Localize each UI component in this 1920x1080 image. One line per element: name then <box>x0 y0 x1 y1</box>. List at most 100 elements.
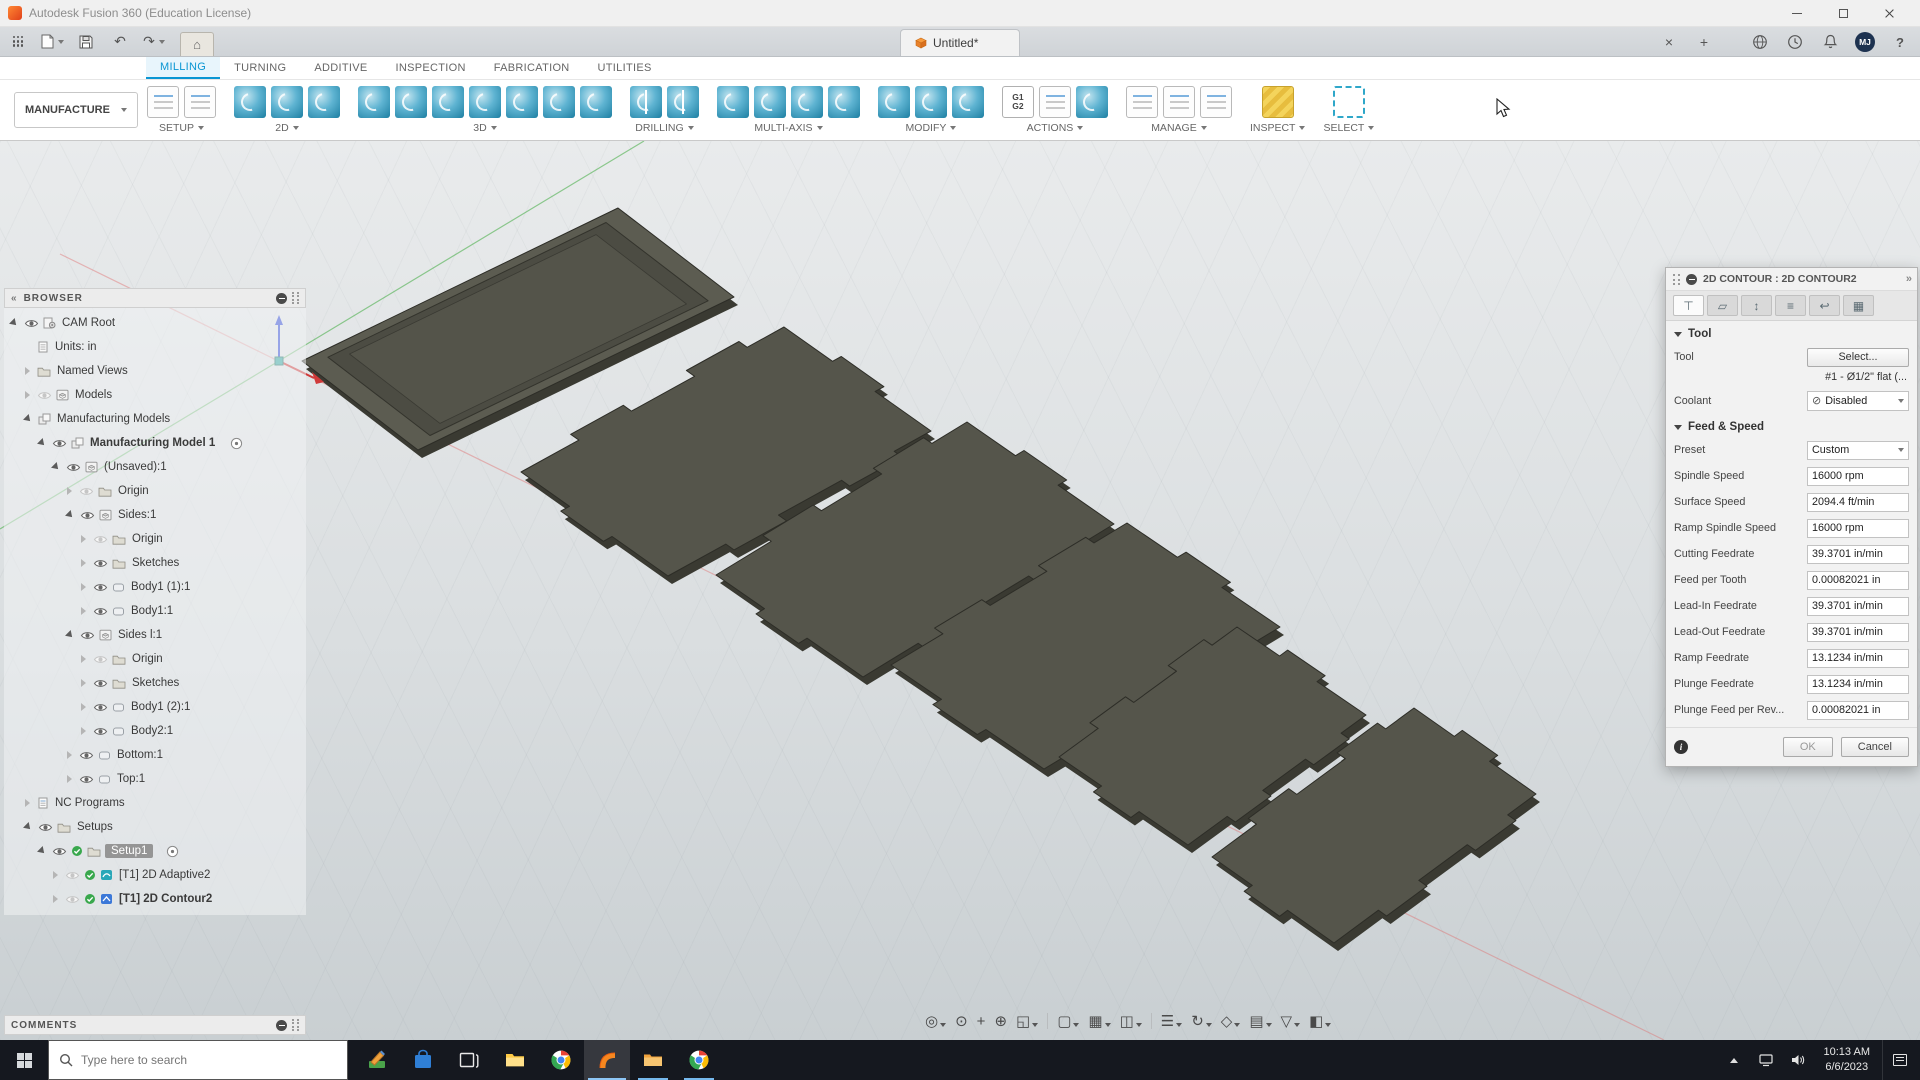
ribbon-tab-milling[interactable]: MILLING <box>146 57 220 79</box>
2d-pocket-icon[interactable] <box>308 86 340 118</box>
browser-row-body1-2-1[interactable]: Body1 (2):1 <box>4 695 306 719</box>
expand-arrow-icon[interactable] <box>81 583 86 591</box>
visibility-eye-icon[interactable] <box>65 894 80 905</box>
expand-arrow-icon[interactable] <box>25 799 30 807</box>
app-grid-icon[interactable] <box>6 31 30 53</box>
browser-row-t1-2d-contour2[interactable]: [T1] 2D Contour2 <box>4 887 306 911</box>
dialog-header[interactable]: 2D CONTOUR : 2D CONTOUR2 » <box>1666 268 1917 291</box>
dialog-input-spindle-speed[interactable] <box>1807 467 1909 486</box>
browser-row-unsaved-1[interactable]: (Unsaved):1 <box>4 455 306 479</box>
expand-arrow-icon[interactable] <box>67 775 72 783</box>
chrome-2-icon[interactable] <box>676 1040 722 1080</box>
flow-icon[interactable] <box>791 86 823 118</box>
tray-overflow-chevron-icon[interactable] <box>1720 1040 1748 1080</box>
dialog-input-surface-speed[interactable] <box>1807 493 1909 512</box>
ribbon-group-label[interactable]: ACTIONS <box>1027 122 1084 134</box>
visibility-eye-icon[interactable] <box>93 558 108 569</box>
browser-row-body1-1-1[interactable]: Body1 (1):1 <box>4 575 306 599</box>
browser-row-setups[interactable]: Setups <box>4 815 306 839</box>
visibility-eye-icon[interactable] <box>80 510 95 521</box>
face-icon[interactable] <box>234 86 266 118</box>
taskbar-search[interactable] <box>48 1040 348 1080</box>
browser-row-body1-1[interactable]: Body1:1 <box>4 599 306 623</box>
browser-row-named-views[interactable]: Named Views <box>4 359 306 383</box>
save-icon[interactable] <box>74 31 98 53</box>
browser-row-origin[interactable]: Origin <box>4 479 306 503</box>
3d-adaptive-icon[interactable] <box>358 86 390 118</box>
fusion-360-icon[interactable] <box>584 1040 630 1080</box>
filter-icon[interactable]: ▽ <box>1281 1014 1301 1029</box>
multi-axis-contour-icon[interactable] <box>754 86 786 118</box>
viewport[interactable]: TOP FRONT RIGHT Z X « BROWSER CAM RootUn… <box>0 141 1920 1040</box>
folder-app-icon[interactable] <box>630 1040 676 1080</box>
browser-row-models[interactable]: Models <box>4 383 306 407</box>
visibility-eye-icon[interactable] <box>93 678 108 689</box>
ribbon-group-label[interactable]: 3D <box>473 122 496 134</box>
visibility-eye-icon[interactable] <box>93 654 108 665</box>
document-tab[interactable]: Untitled* <box>900 29 1020 56</box>
notification-bell-icon[interactable] <box>1820 32 1840 52</box>
visibility-eye-icon[interactable] <box>38 822 53 833</box>
tool-library-icon[interactable] <box>1126 86 1158 118</box>
feed-optimization-icon[interactable] <box>952 86 984 118</box>
ribbon-group-label[interactable]: INSPECT <box>1250 122 1306 134</box>
compare-icon[interactable]: ◇ <box>1221 1014 1241 1029</box>
expand-arrow-icon[interactable] <box>81 655 86 663</box>
collapse-arrow-icon[interactable] <box>37 438 47 448</box>
zoom-icon[interactable]: ⊕ <box>994 1014 1007 1029</box>
expand-arrow-icon[interactable] <box>81 559 86 567</box>
activate-radio-icon[interactable] <box>166 845 179 858</box>
scallop-icon[interactable] <box>506 86 538 118</box>
panel-grip-icon[interactable] <box>292 292 299 304</box>
geometry-tab[interactable]: ▱ <box>1707 295 1738 316</box>
measure-icon[interactable] <box>1262 86 1294 118</box>
comments-header[interactable]: COMMENTS <box>4 1015 306 1035</box>
expand-arrow-icon[interactable] <box>81 535 86 543</box>
network-icon[interactable] <box>1752 1040 1780 1080</box>
look-at-icon[interactable]: ⊙ <box>955 1014 968 1029</box>
browser-row-sketches[interactable]: Sketches <box>4 551 306 575</box>
window-select-icon[interactable] <box>1333 86 1365 118</box>
comments-grip-icon[interactable] <box>292 1019 299 1031</box>
home-tab[interactable]: ⌂ <box>180 32 214 56</box>
morphed-spiral-icon[interactable] <box>580 86 612 118</box>
stats-icon[interactable]: ▤ <box>1249 1014 1271 1029</box>
close-tab-icon[interactable]: × <box>1659 32 1679 52</box>
start-button[interactable] <box>0 1040 48 1080</box>
browser-row-cam-root[interactable]: CAM Root <box>4 311 306 335</box>
extensions-globe-icon[interactable] <box>1750 32 1770 52</box>
job-status-clock-icon[interactable] <box>1785 32 1805 52</box>
coolant-select[interactable]: ⊘ Disabled <box>1807 391 1909 411</box>
visibility-eye-icon[interactable] <box>93 726 108 737</box>
visibility-eye-icon[interactable] <box>37 390 52 401</box>
viewports-icon[interactable]: ◫ <box>1120 1014 1142 1029</box>
passes-tab[interactable]: ≡ <box>1775 295 1806 316</box>
visibility-eye-icon[interactable] <box>24 318 39 329</box>
ribbon-tab-turning[interactable]: TURNING <box>220 57 300 79</box>
setup-sheet-icon[interactable] <box>1039 86 1071 118</box>
dialog-input-ramp-spindle-speed[interactable] <box>1807 519 1909 538</box>
ribbon-group-label[interactable]: SELECT <box>1323 122 1374 134</box>
grid-and-snaps-icon[interactable]: ▦ <box>1088 1014 1110 1029</box>
collapse-arrow-icon[interactable] <box>65 630 75 640</box>
help-icon[interactable]: ? <box>1890 32 1910 52</box>
cancel-button[interactable]: Cancel <box>1841 737 1909 757</box>
orbit-icon[interactable]: ◎ <box>925 1014 946 1029</box>
browser-row-bottom-1[interactable]: Bottom:1 <box>4 743 306 767</box>
dialog-input-cutting-feedrate[interactable] <box>1807 545 1909 564</box>
browser-row-top-1[interactable]: Top:1 <box>4 767 306 791</box>
expand-arrow-icon[interactable] <box>81 727 86 735</box>
tool-tab[interactable]: ⊤ <box>1673 295 1704 316</box>
ribbon-tab-fabrication[interactable]: FABRICATION <box>480 57 584 79</box>
store-app-icon[interactable] <box>400 1040 446 1080</box>
dialog-input-ramp-feedrate[interactable] <box>1807 649 1909 668</box>
ribbon-group-label[interactable]: SETUP <box>159 122 204 134</box>
visibility-eye-icon[interactable] <box>93 534 108 545</box>
collapse-arrow-icon[interactable] <box>23 822 33 832</box>
nc-program-icon[interactable] <box>184 86 216 118</box>
visibility-eye-icon[interactable] <box>79 750 94 761</box>
circular-milling-icon[interactable] <box>667 86 699 118</box>
collapse-panel-icon[interactable]: « <box>11 293 18 304</box>
dialog-input-plunge-feed-per-rev[interactable] <box>1807 701 1909 720</box>
visibility-eye-icon[interactable] <box>93 702 108 713</box>
